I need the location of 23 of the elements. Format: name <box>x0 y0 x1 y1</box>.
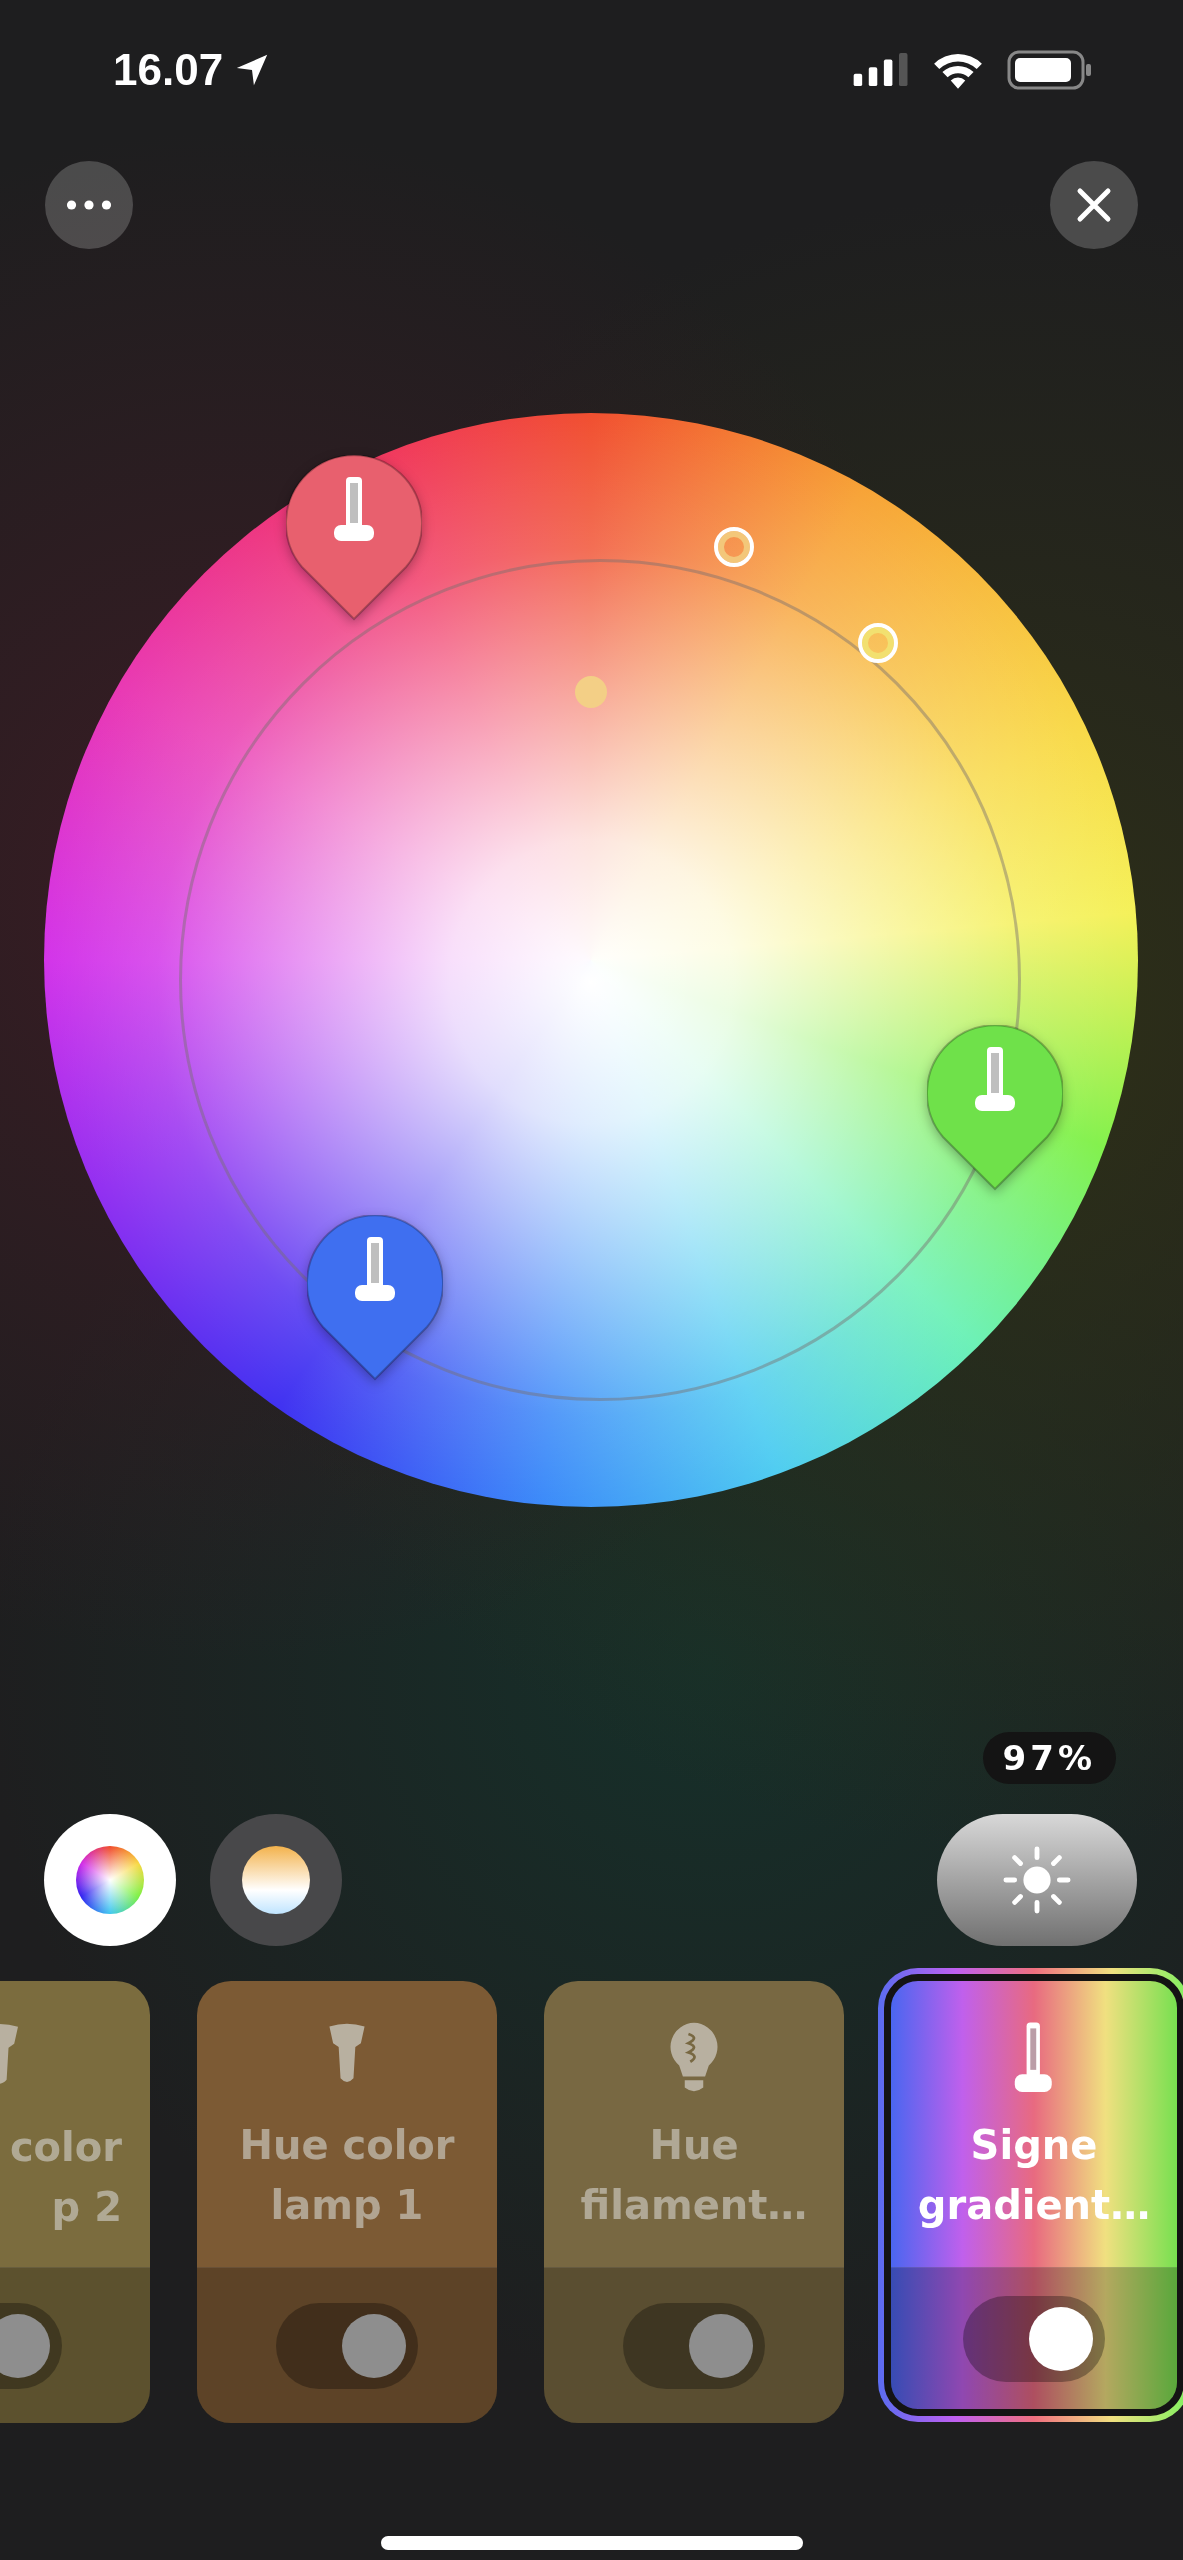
color-dot[interactable] <box>575 676 607 708</box>
lamp-marker[interactable] <box>927 1025 1063 1191</box>
signal-icon <box>853 53 911 87</box>
lamp-marker[interactable] <box>286 455 422 621</box>
lamp-card[interactable]: Hue filament… <box>544 1981 844 2423</box>
battery-icon <box>1007 50 1093 90</box>
sun-icon <box>1003 1846 1071 1914</box>
lamp-card[interactable]: color p 2 <box>0 1981 150 2423</box>
lamp-name: Hue <box>649 2121 739 2170</box>
brightness-reading: 97% <box>982 1732 1116 1784</box>
lamp-name: lamp 1 <box>270 2181 424 2230</box>
lamp-name: p 2 <box>51 2183 123 2232</box>
status-time: 16.07 <box>113 45 224 95</box>
more-icon <box>66 199 112 211</box>
lamp-name: Hue color <box>239 2121 455 2170</box>
lamp-name: gradient… <box>917 2181 1151 2230</box>
color-point[interactable] <box>714 527 754 567</box>
lamp-marker[interactable] <box>307 1215 443 1381</box>
lamp-card[interactable]: Hue color lamp 1 <box>197 1981 497 2423</box>
close-icon <box>1076 187 1112 223</box>
lamp-name: color <box>9 2123 123 2172</box>
color-point[interactable] <box>858 623 898 663</box>
lamp-name: filament… <box>580 2181 808 2230</box>
